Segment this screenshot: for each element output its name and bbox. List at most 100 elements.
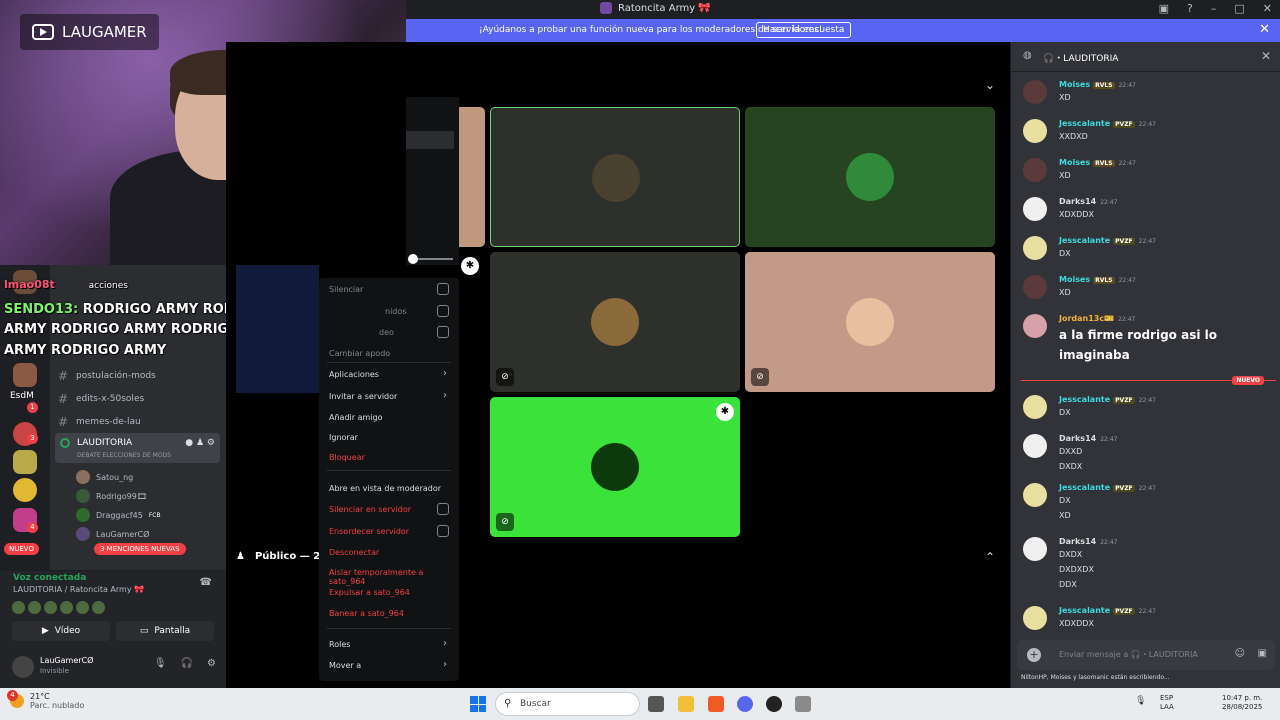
help-icon[interactable]: ? bbox=[1187, 2, 1193, 15]
voice-user[interactable]: Satou_ng bbox=[76, 470, 133, 484]
menu-item-cambiar-apodo[interactable]: Cambiar apodo bbox=[329, 349, 390, 358]
headphones-icon[interactable]: 🎧 bbox=[181, 658, 193, 669]
minimize-icon[interactable]: – bbox=[1211, 2, 1217, 15]
message-username[interactable]: Darks14 bbox=[1059, 197, 1096, 206]
brave-browser-icon[interactable] bbox=[708, 696, 724, 712]
menu-item-silenciar[interactable]: Silenciar bbox=[329, 285, 363, 294]
disconnect-icon[interactable]: ☎ bbox=[200, 577, 212, 588]
avatar[interactable] bbox=[1023, 236, 1047, 260]
checkbox[interactable] bbox=[437, 326, 449, 338]
new-mentions-pill[interactable]: 3 MENCIONES NUEVAS bbox=[94, 543, 186, 555]
settings-gear-icon[interactable]: ⚙ bbox=[207, 658, 216, 669]
video-tile[interactable]: ⊘ bbox=[745, 252, 995, 392]
message-username[interactable]: Darks14 bbox=[1059, 537, 1096, 546]
menu-item-expulsar[interactable]: Expulsar a sato_964 bbox=[329, 588, 410, 597]
channel-item[interactable]: # edits-x-50soles bbox=[58, 392, 144, 406]
voice-user[interactable]: Draggacf45 FCB bbox=[76, 508, 161, 522]
checkbox[interactable] bbox=[437, 283, 449, 295]
avatar[interactable] bbox=[1023, 537, 1047, 561]
gamepad-icon[interactable]: ▣ bbox=[1258, 648, 1267, 659]
banner-close-icon[interactable]: ✕ bbox=[1259, 22, 1270, 37]
checkbox[interactable] bbox=[437, 525, 449, 537]
chevron-up-icon[interactable]: ⌃ bbox=[985, 550, 995, 564]
menu-item-bloquear[interactable]: Bloquear bbox=[329, 453, 365, 462]
message-username[interactable]: Jesscalante bbox=[1059, 119, 1110, 128]
obs-icon[interactable] bbox=[766, 696, 782, 712]
chevron-down-icon[interactable]: ⌄ bbox=[985, 78, 995, 92]
voice-user[interactable]: Rodrigo99🎞 bbox=[76, 489, 147, 503]
menu-item-roles[interactable]: Roles bbox=[329, 640, 350, 649]
avatar[interactable] bbox=[1023, 197, 1047, 221]
voice-channel-lauditoria[interactable]: LAUDITORIA DEBATE ELECCIONES DE MODS ● ♟… bbox=[55, 433, 220, 463]
server-icon-5[interactable] bbox=[13, 478, 37, 502]
language-indicator[interactable]: ESP LAA bbox=[1160, 694, 1174, 712]
close-icon[interactable]: ✕ bbox=[1263, 2, 1272, 15]
avatar[interactable] bbox=[1023, 314, 1047, 338]
avatar[interactable] bbox=[1023, 158, 1047, 182]
close-chat-icon[interactable]: ✕ bbox=[1261, 49, 1271, 63]
avatar[interactable] bbox=[1023, 434, 1047, 458]
calculator-icon[interactable] bbox=[795, 696, 811, 712]
avatar[interactable] bbox=[1023, 606, 1047, 630]
avatar[interactable] bbox=[1023, 119, 1047, 143]
message-username[interactable]: Jesscalante bbox=[1059, 395, 1110, 404]
discord-icon[interactable] bbox=[737, 696, 753, 712]
video-tile[interactable] bbox=[490, 107, 740, 247]
task-view-icon[interactable] bbox=[648, 696, 664, 712]
maximize-icon[interactable]: □ bbox=[1234, 2, 1244, 15]
server-icon-2[interactable] bbox=[13, 363, 37, 387]
volume-slider-knob[interactable] bbox=[408, 254, 418, 264]
inbox-icon[interactable]: ▣ bbox=[1159, 2, 1169, 15]
file-explorer-icon[interactable] bbox=[678, 696, 694, 712]
avatar[interactable] bbox=[12, 656, 34, 678]
avatar[interactable] bbox=[1023, 483, 1047, 507]
menu-item-ignorar[interactable]: Ignorar bbox=[329, 433, 358, 442]
video-tile[interactable]: ⊘ bbox=[490, 252, 740, 392]
menu-item-desconectar[interactable]: Desconectar bbox=[329, 548, 379, 557]
voice-user[interactable]: LauGamerCØ bbox=[76, 527, 149, 541]
message-username[interactable]: Jordan13c🎫 bbox=[1059, 314, 1114, 323]
checkbox[interactable] bbox=[437, 503, 449, 515]
windows-start-icon[interactable] bbox=[470, 696, 486, 712]
voice-channel-actions[interactable]: ● ♟ ⚙ bbox=[185, 438, 215, 448]
menu-item-banear[interactable]: Banear a sato_964 bbox=[329, 609, 404, 618]
menu-item-invitar[interactable]: Invitar a servidor bbox=[329, 392, 397, 401]
message-input[interactable]: + Enviar mensaje a 🎧・LAUDITORIA ☺ ▣ bbox=[1017, 640, 1275, 670]
video-tile[interactable]: ⊘ ✱ bbox=[490, 397, 740, 537]
avatar[interactable] bbox=[1023, 80, 1047, 104]
voice-location[interactable]: LAUDITORIA / Ratoncita Army 🎀 bbox=[13, 585, 144, 594]
taskbar-search[interactable]: ⚲ Buscar bbox=[495, 692, 640, 716]
message-username[interactable]: Jesscalante bbox=[1059, 483, 1110, 492]
channel-item[interactable]: # postulación-mods bbox=[58, 369, 156, 383]
menu-item-aplicaciones[interactable]: Aplicaciones bbox=[329, 370, 379, 379]
channel-item[interactable]: # memes-de-lau bbox=[58, 415, 141, 429]
message-username[interactable]: Moises bbox=[1059, 275, 1090, 284]
add-attachment-icon[interactable]: + bbox=[1027, 648, 1041, 662]
menu-item-anadir-amigo[interactable]: Añadir amigo bbox=[329, 413, 382, 422]
emoji-icon[interactable]: ☺ bbox=[1235, 648, 1245, 659]
message-username[interactable]: Jesscalante bbox=[1059, 236, 1110, 245]
avatar[interactable] bbox=[1023, 275, 1047, 299]
microphone-icon[interactable]: 🎙 bbox=[154, 658, 167, 669]
video-tile[interactable] bbox=[745, 107, 995, 247]
menu-item-aislar[interactable]: Aislar temporalmente a sato_964 bbox=[329, 568, 459, 586]
screen-share-button[interactable]: ▭ Pantalla bbox=[116, 621, 214, 641]
menu-item-mover-a[interactable]: Mover a bbox=[329, 661, 361, 670]
message-username[interactable]: Darks14 bbox=[1059, 434, 1096, 443]
menu-item-ensordecer[interactable]: Ensordecer servidor bbox=[329, 527, 409, 536]
weather-widget[interactable]: 4 21°C Parc. nublado bbox=[7, 690, 84, 710]
survey-button[interactable]: Hacer la encuesta bbox=[756, 22, 852, 38]
message-username[interactable]: Moises bbox=[1059, 80, 1090, 89]
message-username[interactable]: Moises bbox=[1059, 158, 1090, 167]
video-tile[interactable] bbox=[459, 107, 485, 247]
menu-item-vista-moderador[interactable]: Abre en vista de moderador bbox=[329, 484, 441, 493]
avatar[interactable] bbox=[1023, 395, 1047, 419]
user-tag: FCB bbox=[148, 511, 161, 519]
server-icon-4[interactable] bbox=[13, 450, 37, 474]
video-button[interactable]: ▶ Vídeo bbox=[12, 621, 110, 641]
menu-item-silenciar-servidor[interactable]: Silenciar en servidor bbox=[329, 505, 411, 514]
message-username[interactable]: Jesscalante bbox=[1059, 606, 1110, 615]
microphone-tray-icon[interactable]: 🎙 bbox=[1135, 696, 1146, 706]
checkbox[interactable] bbox=[437, 305, 449, 317]
clock[interactable]: 10:47 p. m. 28/08/2025 bbox=[1222, 694, 1262, 712]
